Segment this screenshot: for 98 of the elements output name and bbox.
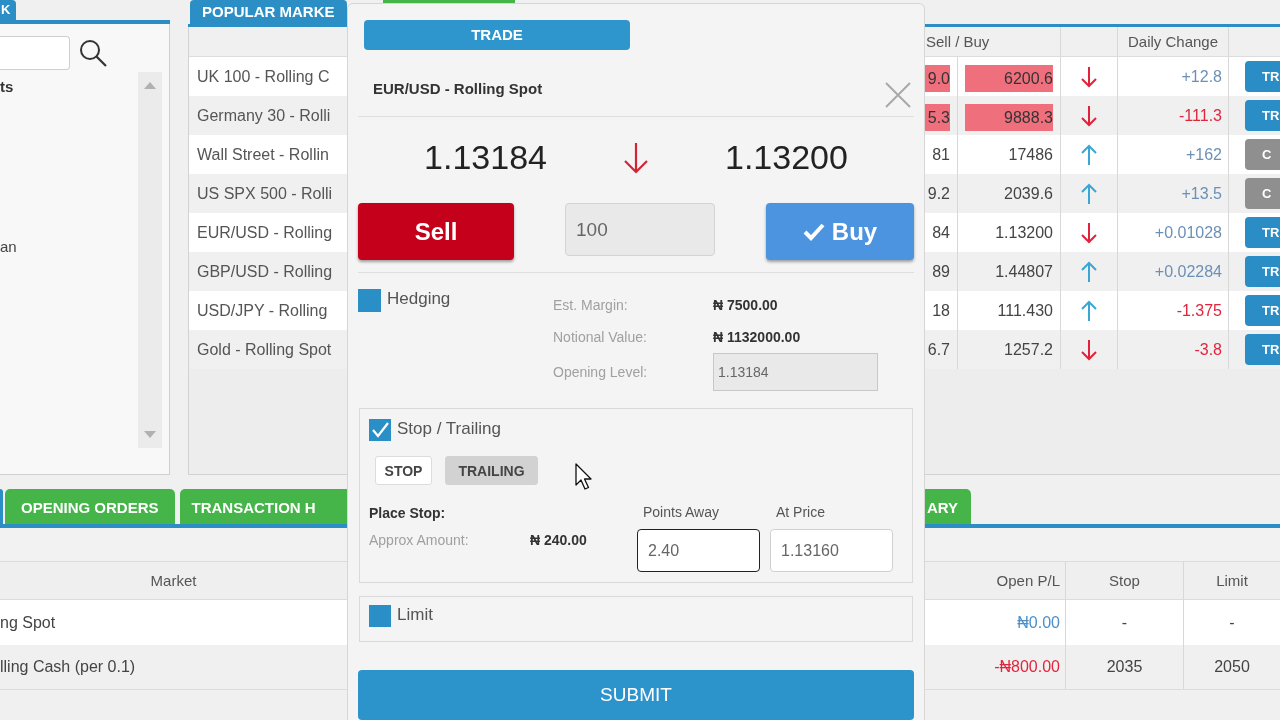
column-header: Limit [1216, 572, 1248, 589]
points-away-field[interactable]: 2.40 [637, 529, 760, 572]
sell-price: 1.13184 [424, 137, 547, 178]
market-name: GBP/USD - Rolling [197, 262, 333, 281]
at-price-field[interactable]: 1.13160 [770, 529, 893, 572]
action-button[interactable]: TR [1245, 61, 1280, 92]
tab[interactable]: K [0, 0, 17, 20]
buy-price: 17486 [1008, 145, 1053, 164]
market-name: ng Spot [0, 613, 56, 632]
market-name: Germany 30 - Rolli [197, 106, 331, 125]
tab[interactable] [0, 489, 3, 524]
checkbox[interactable] [369, 419, 391, 441]
detail-value: ₦ 7500.00 [713, 297, 778, 313]
checkbox[interactable] [369, 605, 391, 627]
field-label: At Price [775, 504, 825, 520]
list-item[interactable]: an [0, 237, 17, 257]
scrollbar[interactable] [138, 72, 162, 448]
detail-label: Approx Amount: [369, 532, 470, 548]
search-icon[interactable] [79, 39, 107, 67]
dialog-title: EUR/USD - Rolling Spot [372, 80, 543, 97]
open-pl-value: ₦0.00 [1017, 613, 1060, 632]
action-button[interactable]: TR [1245, 217, 1280, 248]
sell-button[interactable]: Sell [358, 203, 514, 260]
limit-value: - [1229, 613, 1235, 632]
buy-price: 1257.2 [1004, 340, 1053, 359]
market-name: UK 100 - Rolling C [197, 67, 330, 86]
scroll-down-icon[interactable] [144, 431, 156, 438]
buy-price: 6200.6 [965, 65, 1053, 92]
buy-price: 2039.6 [1004, 184, 1053, 203]
column-header: Open P/L [996, 572, 1060, 589]
stop-value: 2035 [1106, 658, 1143, 676]
market-name: Gold - Rolling Spot [197, 340, 332, 359]
section-label: Place Stop: [369, 505, 446, 521]
sell-price: 9.0 [925, 65, 950, 92]
daily-change: +0.02284 [1154, 262, 1222, 281]
quantity-field[interactable]: 100 [565, 203, 715, 256]
scroll-up-icon[interactable] [144, 82, 156, 89]
column-header: Stop [1109, 572, 1140, 589]
checkbox-label[interactable]: Limit [397, 605, 433, 625]
tab[interactable]: OPENING ORDERS [5, 489, 175, 524]
action-button[interactable]: TR [1245, 256, 1280, 287]
action-button[interactable]: TR [1245, 295, 1280, 326]
close-icon[interactable] [885, 82, 911, 108]
action-button[interactable]: TR [1245, 334, 1280, 365]
mouse-pointer-icon [575, 463, 593, 491]
check-icon [802, 222, 825, 241]
column-header: Market [150, 572, 197, 589]
checkbox-label[interactable]: Hedging [387, 289, 451, 309]
tab[interactable]: TRANSACTION H [179, 489, 347, 524]
submit-button[interactable]: SUBMIT [358, 670, 914, 720]
sell-price: 89 [932, 262, 950, 281]
stop-value: - [1121, 613, 1128, 632]
sell-price: 84 [932, 223, 950, 242]
action-button[interactable]: TR [1245, 100, 1280, 131]
mode-toggle[interactable]: TRAILING [445, 456, 538, 485]
sell-price: 18 [932, 301, 950, 320]
daily-change: +13.5 [1181, 184, 1222, 203]
market-name: US SPX 500 - Rolli [197, 184, 333, 203]
limit-value: 2050 [1214, 658, 1250, 676]
sell-price: 6.7 [927, 340, 950, 359]
open-pl-value: -₦800.00 [994, 658, 1060, 676]
field-label: Points Away [642, 504, 719, 520]
opening-level-field[interactable]: 1.13184 [713, 353, 878, 391]
sell-price: 5.3 [925, 104, 950, 131]
buy-price: 1.13200 [725, 137, 848, 178]
buy-price: 111.430 [997, 301, 1053, 320]
market-name: Wall Street - Rollin [197, 145, 329, 164]
buy-price: 9888.3 [965, 104, 1053, 131]
detail-value: ₦ 240.00 [530, 532, 587, 548]
buy-price: 1.44807 [995, 262, 1053, 281]
detail-label: Est. Margin: [553, 297, 629, 313]
detail-label: Notional Value: [553, 329, 648, 345]
search-field[interactable] [0, 36, 70, 70]
detail-label: Opening Level: [553, 364, 649, 380]
tab[interactable]: ARY [925, 489, 972, 524]
list-item[interactable]: ts [0, 77, 14, 97]
daily-change: -111.3 [1179, 106, 1222, 125]
daily-change: +162 [1185, 145, 1222, 164]
daily-change: -3.8 [1194, 340, 1222, 359]
tab[interactable] [383, 0, 515, 3]
buy-price: 1.13200 [995, 223, 1053, 242]
column-header: Daily Change [1127, 33, 1219, 50]
market-name: lling Cash (per 0.1) [0, 658, 136, 676]
column-header: Sell / Buy [926, 33, 990, 50]
mode-toggle[interactable]: STOP [375, 456, 432, 485]
market-name: USD/JPY - Rolling [197, 301, 328, 320]
checkbox-label[interactable]: Stop / Trailing [397, 419, 501, 439]
dialog-header: TRADE [364, 20, 630, 50]
sell-price: 9.2 [927, 184, 950, 203]
daily-change: +0.01028 [1154, 223, 1222, 242]
sell-price: 81 [932, 145, 950, 164]
buy-button[interactable]: Buy [766, 203, 914, 260]
detail-value: ₦ 1132000.00 [713, 329, 801, 345]
daily-change: -1.375 [1176, 301, 1222, 320]
market-name: EUR/USD - Rolling [197, 223, 333, 242]
checkbox[interactable] [358, 289, 381, 312]
daily-change: +12.8 [1181, 67, 1222, 86]
tab[interactable]: POPULAR MARKE [190, 0, 347, 24]
